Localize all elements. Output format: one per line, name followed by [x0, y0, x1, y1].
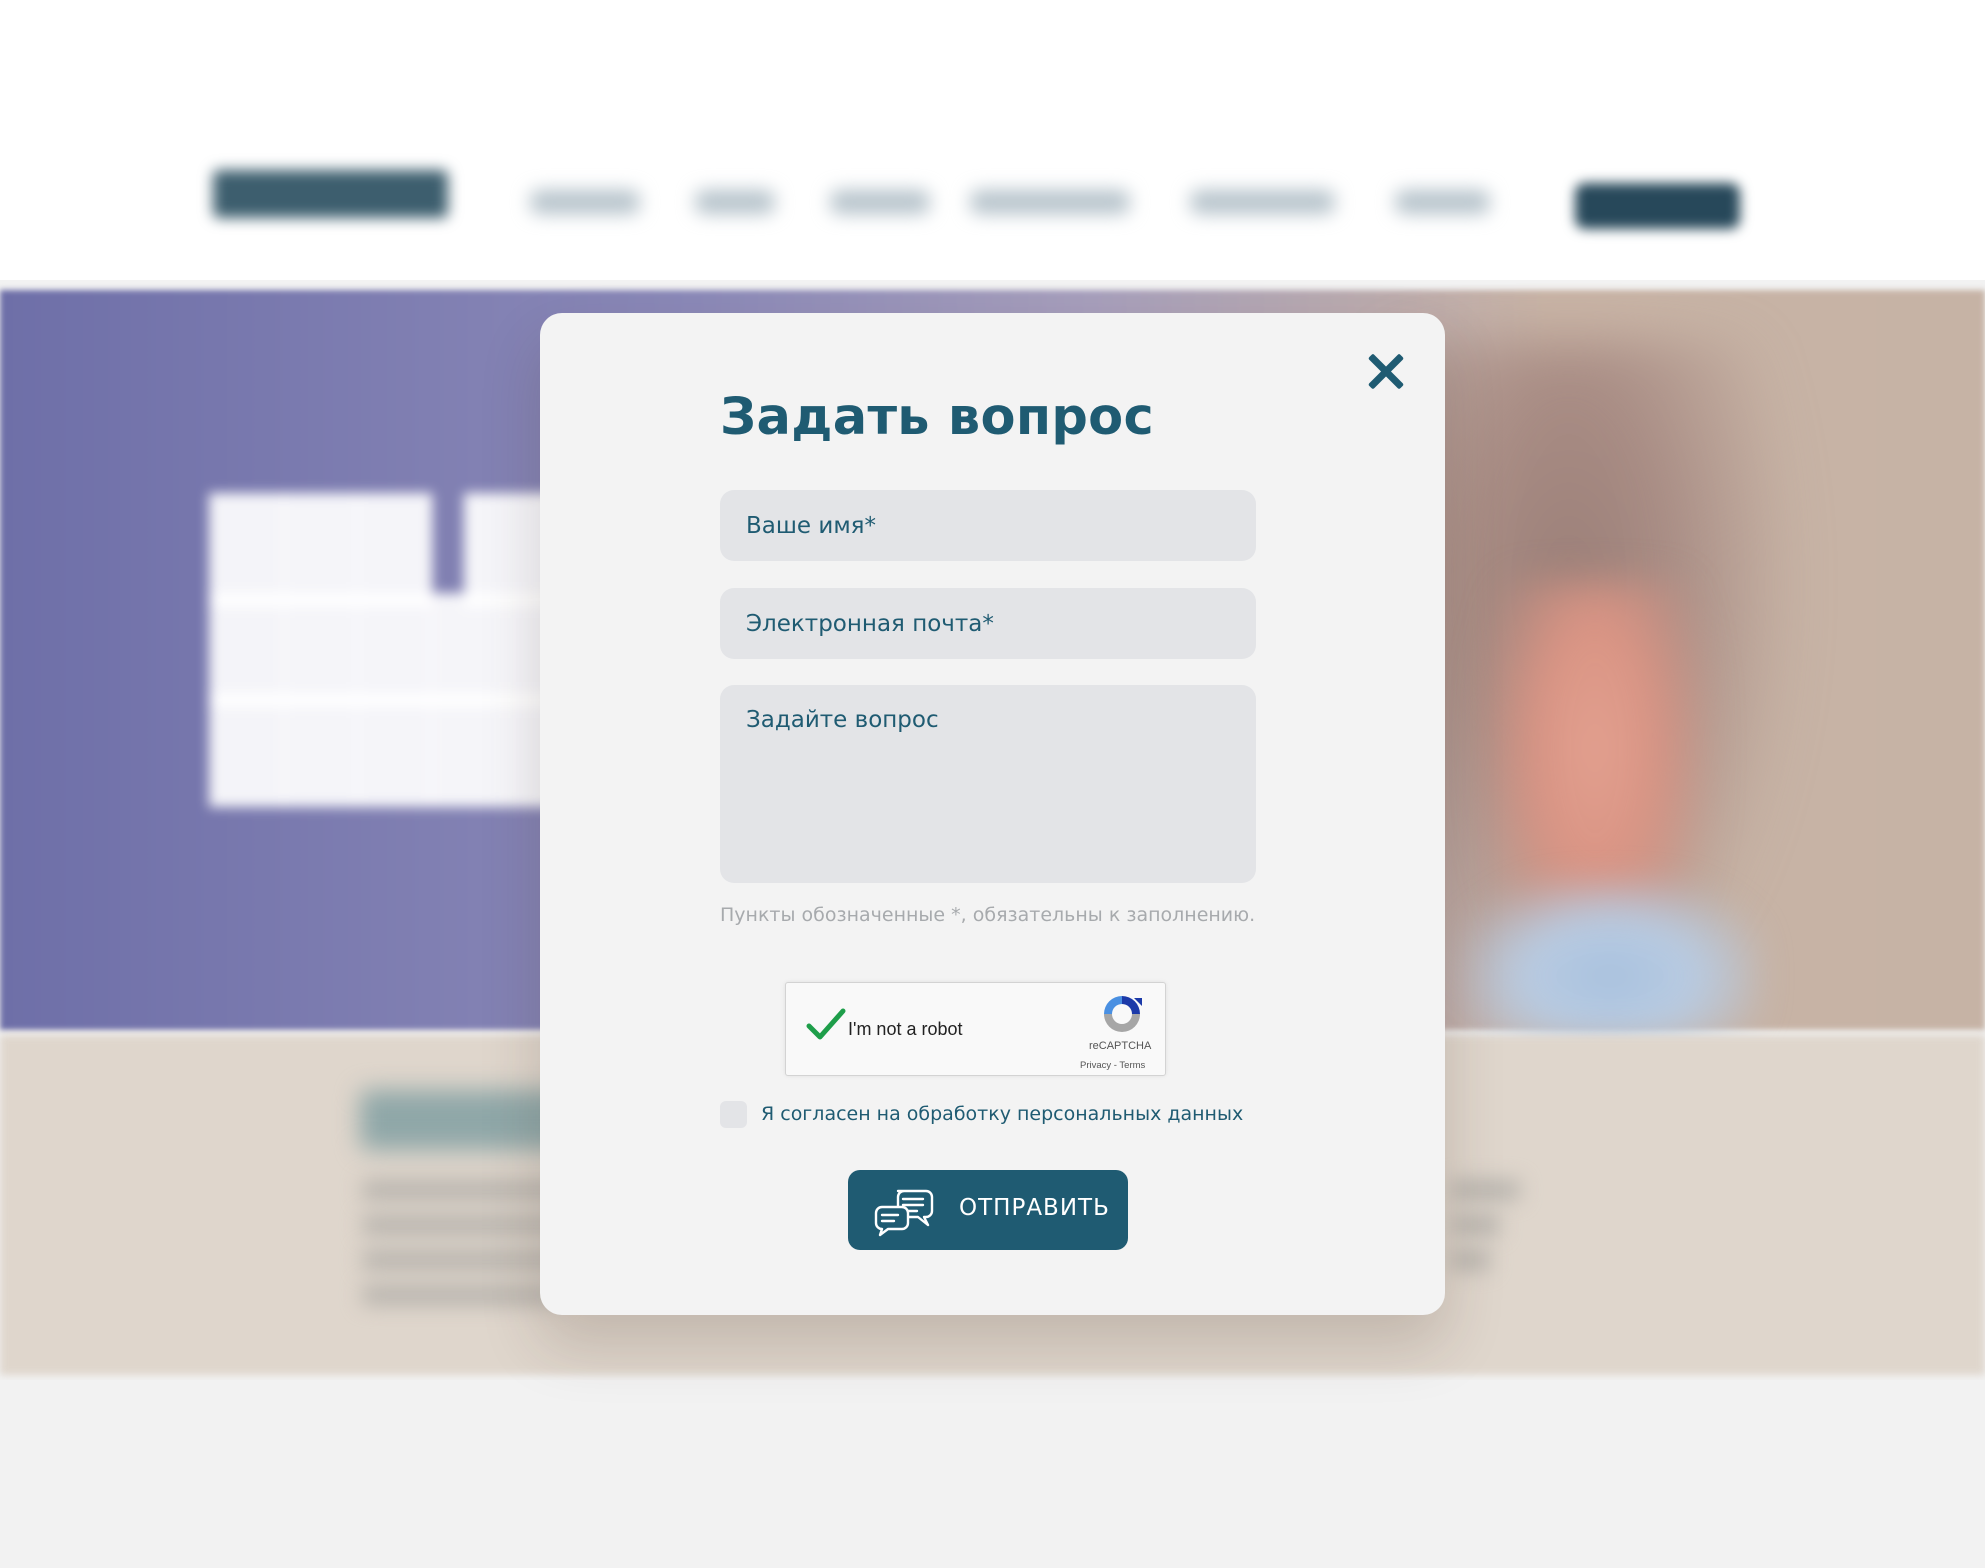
- section-text-blurred: [1450, 1180, 1520, 1200]
- recaptcha-logo-icon: [1104, 996, 1142, 1032]
- nav-item-blurred: [970, 190, 1130, 214]
- site-header: [0, 0, 1985, 280]
- section-text-blurred: [1450, 1250, 1490, 1270]
- nav-item-blurred: [830, 190, 930, 214]
- close-icon[interactable]: [1362, 348, 1410, 396]
- modal-title: Задать вопрос: [720, 388, 1155, 447]
- recaptcha-brand: reCAPTCHA: [1089, 1040, 1152, 1052]
- recaptcha-links[interactable]: Privacy - Terms: [1080, 1060, 1145, 1071]
- section-text-blurred: [362, 1285, 562, 1305]
- page-footer: [0, 1380, 1985, 1568]
- nav-item-blurred: [1395, 190, 1490, 214]
- question-field[interactable]: [720, 685, 1256, 883]
- submit-label: ОТПРАВИТЬ: [959, 1195, 1110, 1221]
- consent-checkbox[interactable]: [720, 1101, 747, 1128]
- nav-item-blurred: [1190, 190, 1335, 214]
- nav-item-blurred: [530, 190, 640, 214]
- hero-photo-shirt: [1460, 880, 1760, 1040]
- consent-label[interactable]: Я согласен на обработку персональных дан…: [761, 1103, 1243, 1125]
- name-field[interactable]: [720, 490, 1256, 561]
- nav-item-blurred: [695, 190, 775, 214]
- chat-bubbles-icon: [874, 1189, 934, 1237]
- recaptcha-label: I'm not a robot: [848, 1019, 963, 1039]
- checkmark-icon[interactable]: [806, 1008, 846, 1042]
- header-cta-blurred: [1575, 183, 1740, 229]
- section-text-blurred: [1450, 1215, 1500, 1235]
- site-logo: [213, 170, 448, 218]
- email-field[interactable]: [720, 588, 1256, 659]
- required-fields-hint: Пункты обозначенные *, обязательны к зап…: [720, 904, 1256, 926]
